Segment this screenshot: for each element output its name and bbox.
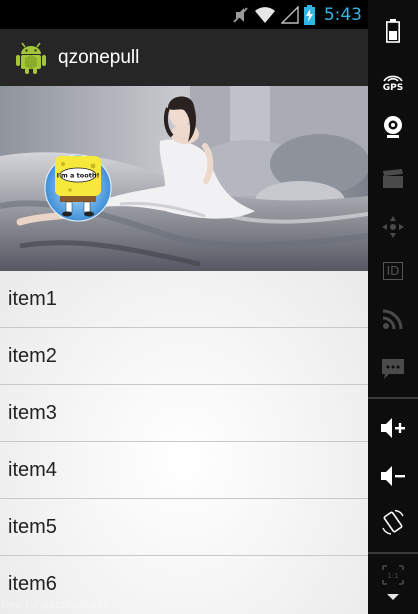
item-list[interactable]: item1 item2 item3 item4 item5 item6 free… [0, 271, 368, 614]
volume-down-icon [381, 466, 405, 486]
side-separator [368, 397, 418, 399]
android-app-icon[interactable] [14, 41, 48, 75]
gps-label: GPS [382, 83, 404, 93]
rotate-icon [382, 510, 404, 535]
watermark-text: free for personal use [2, 599, 110, 611]
list-item[interactable]: item1 [0, 271, 368, 328]
id-icon: ID [382, 262, 404, 280]
volume-up-icon [381, 418, 405, 438]
emulator-side-bar: GPS ID 1:1 [368, 0, 418, 614]
side-separator [368, 552, 418, 554]
no-sound-icon [233, 7, 248, 23]
battery-charging-icon [303, 5, 315, 25]
scale-label: 1:1 [387, 572, 398, 580]
avatar[interactable]: I'm a tooth! [44, 154, 112, 222]
gps-button[interactable]: GPS [368, 60, 418, 106]
camera-button[interactable] [368, 104, 418, 150]
volume-down-button[interactable] [368, 453, 418, 499]
signal-icon [280, 6, 299, 24]
dpad-icon [382, 216, 404, 238]
rss-icon [382, 309, 403, 330]
header-photo: I'm a tooth! [0, 86, 368, 271]
list-item-label: item6 [8, 573, 57, 595]
rss-button[interactable] [368, 296, 418, 342]
wifi-icon [254, 7, 275, 23]
scale-icon: 1:1 [382, 565, 404, 600]
scale-button[interactable]: 1:1 [368, 560, 418, 606]
list-item-label: item2 [8, 344, 57, 367]
emulator-window: 5:43 qzonepull I'm a tooth! item1 item2 … [0, 0, 418, 614]
status-icons: 5:43 [233, 4, 362, 26]
volume-up-button[interactable] [368, 405, 418, 451]
rotate-button[interactable] [368, 500, 418, 546]
sms-icon [382, 359, 404, 379]
sms-button[interactable] [368, 346, 418, 392]
action-bar: qzonepull [0, 29, 368, 86]
app-title: qzonepull [58, 46, 140, 68]
status-clock: 5:43 [323, 5, 362, 25]
id-button[interactable]: ID [368, 248, 418, 294]
list-item[interactable]: item5 [0, 499, 368, 556]
gps-icon [383, 75, 403, 82]
camera-icon [384, 116, 402, 138]
list-item[interactable]: item2 [0, 328, 368, 385]
list-item-label: item5 [8, 515, 57, 538]
list-item[interactable]: item3 [0, 385, 368, 442]
list-item[interactable]: item4 [0, 442, 368, 499]
video-button[interactable] [368, 156, 418, 202]
list-item-label: item1 [8, 287, 57, 310]
video-icon [383, 169, 403, 188]
avatar-speech-text: I'm a tooth! [57, 172, 100, 180]
battery-icon [386, 19, 400, 43]
battery-button[interactable] [368, 8, 418, 54]
status-bar: 5:43 [0, 0, 368, 29]
list-item-label: item3 [8, 401, 57, 424]
phone-screen: 5:43 qzonepull I'm a tooth! item1 item2 … [0, 0, 368, 614]
dpad-button[interactable] [368, 204, 418, 250]
list-item-label: item4 [8, 458, 57, 481]
woman-on-bed-photo: I'm a tooth! [0, 86, 368, 271]
